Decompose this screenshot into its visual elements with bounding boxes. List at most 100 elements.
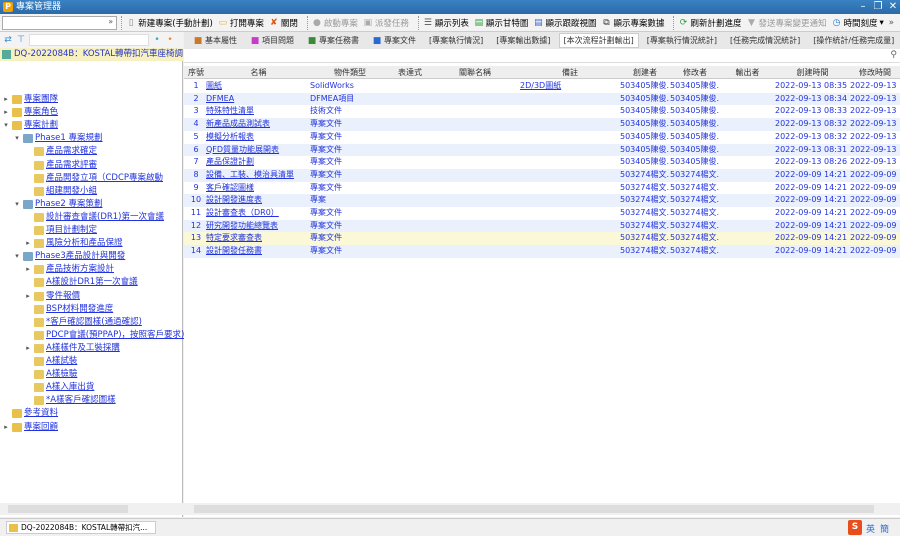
project-combo[interactable]: » [2, 15, 118, 30]
table-row[interactable]: 11 設計審查表（DR0） 專案文件 503274楊文... 503274楊文... 20… [184, 207, 900, 220]
toolbar-button-11[interactable]: ◷ 時間刻度 ▾ [832, 17, 884, 29]
column-header[interactable]: 創建時間 [775, 66, 850, 79]
column-header[interactable]: 關聯名稱 [430, 66, 520, 79]
tree-node[interactable]: A樣檢驗 [24, 368, 77, 381]
dot-orange-icon[interactable]: • [165, 35, 175, 45]
sync-icon[interactable]: ⇄ [3, 35, 13, 45]
table-row[interactable]: 6 QFD質量功能展開表 專案文件 503405陳俊... 503405陳俊... 202… [184, 143, 900, 157]
table-cell[interactable]: 設計開發進度表 [206, 194, 311, 207]
tree-node[interactable]: BSP材料開發進度 [24, 303, 113, 316]
column-header[interactable]: 物件類型 [310, 66, 390, 79]
tree-search-input[interactable] [29, 34, 149, 46]
table-row[interactable]: 7 產品保證計劃 專案文件 503405陳俊... 503405陳俊... 2022-09… [184, 156, 900, 169]
tab-3[interactable]: ■ 專案文件 [367, 33, 421, 48]
column-header[interactable]: 創建者 [620, 66, 670, 79]
table-row[interactable]: 10 設計開發進度表 專案 503274楊文... 503274楊文... 2022-09… [184, 194, 900, 207]
toolbar-button-6[interactable]: ▤ 顯示甘特圖 [474, 17, 529, 29]
expand-toggle-icon[interactable]: ▾ [13, 132, 21, 145]
toolbar-button-2[interactable]: ✘ 關閉 [269, 17, 298, 29]
expand-toggle-icon[interactable]: ▸ [24, 237, 32, 250]
tree-horizontal-scrollbar[interactable] [0, 503, 183, 515]
table-cell[interactable]: DFMEA [206, 93, 311, 106]
tree-node[interactable]: 組建開發小組 [24, 185, 97, 198]
tree-node[interactable]: 項目計劃制定 [24, 224, 97, 237]
column-header[interactable]: 序號 [186, 66, 206, 79]
scrollbar-thumb[interactable] [194, 505, 874, 513]
column-header[interactable]: 輸出者 [720, 66, 775, 79]
table-row[interactable]: 5 模擬分析報表 專案文件 503405陳俊... 503405陳俊... 2022-09… [184, 131, 900, 144]
tab-9[interactable]: [操作統計/任務完成量] [808, 33, 899, 48]
ime-lang[interactable]: 英 [866, 522, 875, 535]
dot-icon[interactable]: • [152, 35, 162, 45]
search-icon[interactable]: ⚲ [890, 50, 897, 60]
toolbar-button-0[interactable]: ▯ 新建專案(手動計劃) [126, 17, 213, 29]
toolbar-button-7[interactable]: ▤ 顯示跟蹤視圖 [533, 17, 596, 29]
tree-node[interactable]: ▸ A樣樣件及工裝採購 [24, 342, 120, 355]
tab-2[interactable]: ■ 專案任務書 [302, 33, 364, 48]
table-search-row[interactable]: ⚲ [184, 50, 900, 63]
table-cell[interactable]: 特定要求審查表 [206, 232, 311, 245]
table-row[interactable]: 4 新產品成品測試表 專案文件 503405陳俊... 503405陳俊... 2022-… [184, 118, 900, 131]
table-cell[interactable]: 新產品成品測試表 [206, 118, 311, 131]
table-row[interactable]: 3 特殊特性清單 技術文件 503405陳俊... 503405陳俊... 2022-09… [184, 105, 900, 118]
toolbar-button-4[interactable]: ▣ 派發任務 [363, 17, 409, 29]
tree-node[interactable]: ▸ 專案團隊 [2, 93, 58, 106]
tree-node[interactable]: ▸ 專案角色 [2, 106, 58, 119]
tree-node[interactable]: ▸ 產品技術方案設計 [24, 263, 114, 276]
tree-node[interactable]: 產品需求確定 [24, 145, 97, 158]
table-cell[interactable]: 模擬分析報表 [206, 131, 311, 144]
expand-toggle-icon[interactable]: ▸ [2, 421, 10, 434]
tab-1[interactable]: ■ 項目問題 [245, 33, 299, 48]
table-cell[interactable]: 設計審查表（DR0） [206, 207, 311, 220]
table-cell[interactable]: 研究開發功能總覽表 [206, 220, 311, 233]
table-row[interactable]: 1 圖紙 SolidWorks 2D/3D圖紙 503405陳俊... 503405陳俊.… [184, 80, 900, 93]
toolbar-button-3[interactable]: ● 啟動專案 [312, 17, 358, 29]
table-cell[interactable]: QFD質量功能展開表 [206, 144, 311, 157]
tree-node[interactable]: 產品需求評審 [24, 159, 97, 172]
tree-node[interactable]: ▸ 零件報價 [24, 290, 80, 303]
expand-toggle-icon[interactable]: ▸ [24, 263, 32, 276]
tree-node[interactable]: 設計審查會議(DR1)第一次會議 [24, 211, 164, 224]
tree-node[interactable]: ▾ Phase1 專案規劃 [13, 132, 103, 145]
ime-icon[interactable]: S [848, 520, 862, 535]
toolbar-overflow-icon[interactable]: » [889, 18, 894, 28]
tree-node[interactable]: A樣設計DR1第一次會議 [24, 276, 138, 289]
table-row[interactable]: 12 研究開發功能總覽表 專案文件 503274楊文... 503274楊文... 202… [184, 219, 900, 233]
tree-node[interactable]: ▸ 專案回顧 [2, 421, 58, 434]
column-header[interactable]: 備註 [520, 66, 620, 79]
toolbar-button-10[interactable]: ▼ 發送專案變更通知 [746, 17, 826, 29]
toolbar-button-5[interactable]: ☰ 顯示列表 [423, 17, 469, 29]
table-row[interactable]: 9 客戶確認圖樣 專案文件 503274楊文... 503274楊文... 2022-09… [184, 182, 900, 195]
table-cell[interactable]: 圖紙 [206, 80, 311, 93]
column-header[interactable]: 名稱 [206, 66, 311, 79]
table-horizontal-scrollbar[interactable] [184, 503, 900, 515]
tree-node[interactable]: *A樣客戶確認圖樣 [24, 394, 116, 407]
table-cell[interactable]: 設備、工裝、模治具清單 [206, 169, 311, 182]
table-row[interactable]: 2 DFMEA DFMEA項目 503405陳俊... 503405陳俊... 2022-… [184, 92, 900, 106]
tab-0[interactable]: ■ 基本屬性 [188, 33, 242, 48]
tab-4[interactable]: [專案執行情況] [424, 33, 488, 48]
tree-node[interactable]: A樣試裝 [24, 355, 77, 368]
close-window-button[interactable]: ✕ [886, 0, 900, 14]
expand-toggle-icon[interactable]: ▸ [2, 106, 10, 119]
expand-toggle-icon[interactable]: ▸ [24, 290, 32, 303]
open-project-tab[interactable]: DQ-2022084B：KOSTAL轉帶扣汽... [6, 521, 156, 534]
ime-mode[interactable]: 簡 [880, 522, 889, 535]
expand-toggle-icon[interactable]: ▾ [2, 119, 10, 132]
column-header[interactable]: 修改時間 [850, 66, 900, 79]
minimize-button[interactable]: – [856, 0, 870, 14]
table-cell[interactable]: 客戶確認圖樣 [206, 182, 311, 195]
tree-node[interactable]: 產品開發立項（CDCP專案啟動 [24, 172, 163, 185]
restore-button[interactable]: ❐ [871, 0, 885, 14]
tab-6[interactable]: [本次流程計劃輸出] [558, 33, 639, 48]
tree-node[interactable]: ▸ 風險分析和產品保證 [24, 237, 123, 250]
expand-toggle-icon[interactable]: ▾ [13, 250, 21, 263]
column-header[interactable]: 表達式 [390, 66, 430, 79]
table-row[interactable]: 14 設計開發任務書 專案文件 503274楊文... 503274楊文... 2022-… [184, 245, 900, 258]
tree-icon[interactable]: ⊤ [16, 35, 26, 45]
toolbar-button-1[interactable]: ▭ 打開專案 [218, 17, 264, 29]
tree-node[interactable]: ▾ 專案計劃 [2, 119, 58, 132]
expand-toggle-icon[interactable]: ▸ [2, 93, 10, 106]
column-header[interactable]: 修改者 [670, 66, 720, 79]
toolbar-button-9[interactable]: ⟳ 刷新計劃進度 [678, 17, 742, 29]
